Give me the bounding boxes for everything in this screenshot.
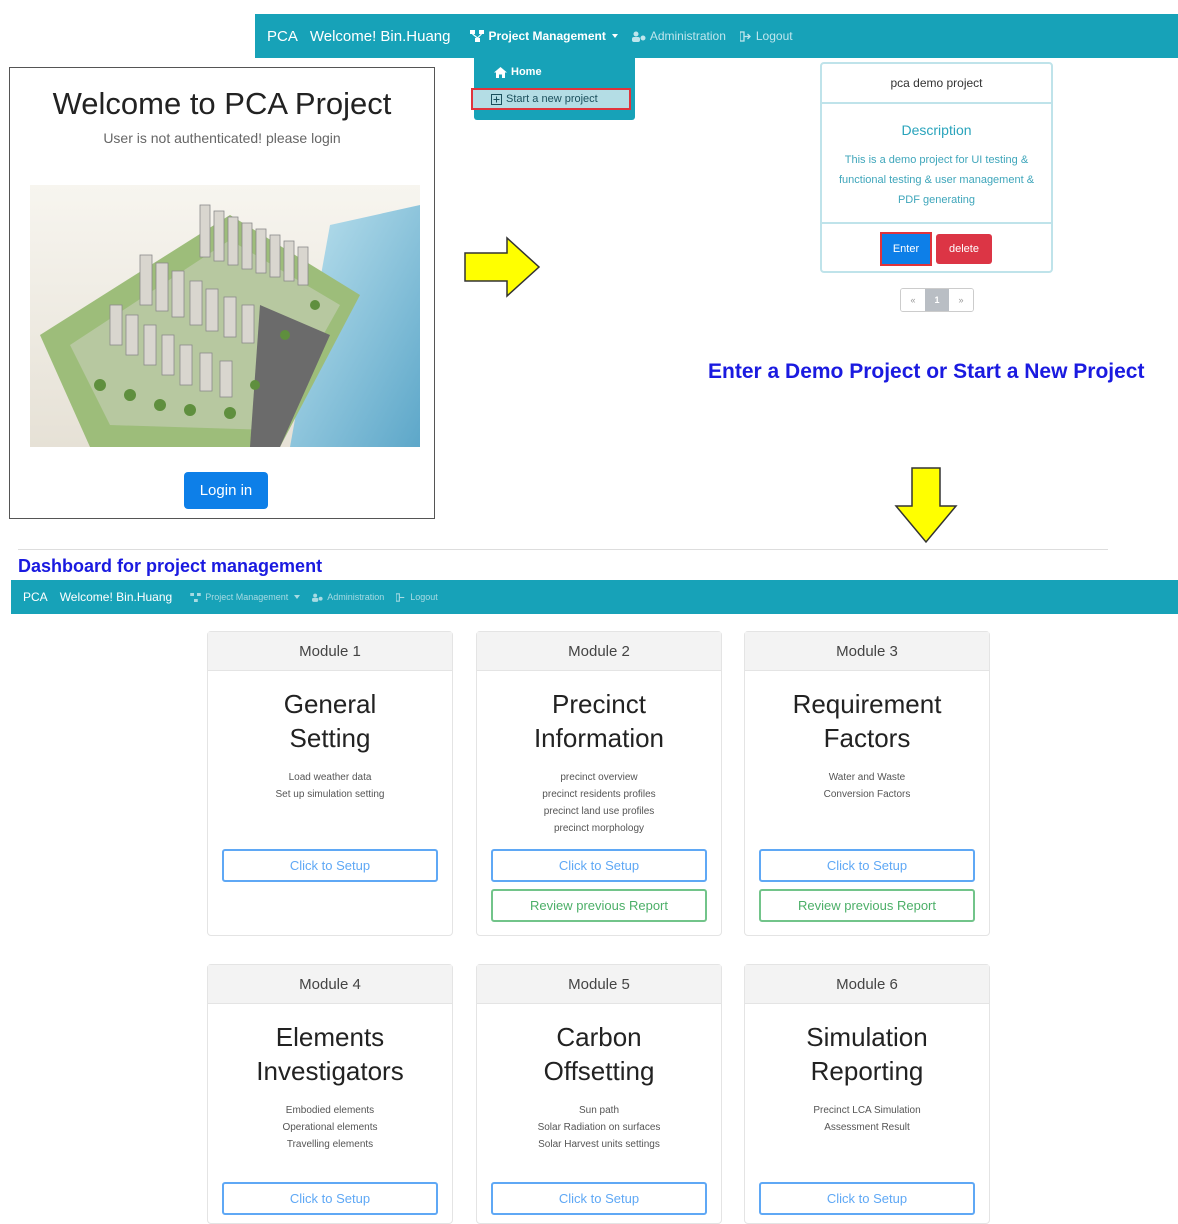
module-title: Elements Investigators bbox=[256, 1022, 404, 1086]
section-divider bbox=[18, 549, 1108, 550]
nav-logout[interactable]: Logout bbox=[739, 29, 793, 43]
project-card: pca demo project Description This is a d… bbox=[820, 62, 1053, 273]
delete-button[interactable]: delete bbox=[936, 234, 992, 264]
pagination: « 1 » bbox=[900, 288, 974, 312]
nav-administration[interactable]: Administration bbox=[312, 592, 384, 602]
module-card-6: Module 6 Simulation Reporting Precinct LC… bbox=[744, 964, 990, 1224]
click-to-setup-button[interactable]: Click to Setup bbox=[222, 849, 438, 882]
module-title: General Setting bbox=[283, 689, 377, 753]
nav-administration[interactable]: Administration bbox=[631, 29, 726, 43]
nav-project-management[interactable]: Project Management bbox=[470, 29, 618, 43]
pagination-current[interactable]: 1 bbox=[925, 289, 949, 311]
login-title: Welcome to PCA Project bbox=[52, 86, 392, 121]
sitemap-icon bbox=[190, 592, 201, 602]
module-header: Module 4 bbox=[208, 965, 452, 1004]
nav-logout[interactable]: Logout bbox=[396, 592, 438, 602]
card-divider bbox=[822, 222, 1051, 224]
nav-administration-label: Administration bbox=[649, 29, 726, 43]
dropdown-start-label: Start a new project bbox=[506, 93, 598, 105]
module-card-5: Module 5 Carbon Offsetting Sun path Solar … bbox=[476, 964, 722, 1224]
home-icon bbox=[494, 66, 507, 78]
project-description-title: Description bbox=[901, 122, 972, 138]
module-header: Module 6 bbox=[745, 965, 989, 1004]
module-description: Load weather data Set up simulation setti… bbox=[275, 772, 385, 800]
click-to-setup-button[interactable]: Click to Setup bbox=[759, 1182, 975, 1215]
arrow-right-icon bbox=[464, 236, 541, 298]
plus-square-icon bbox=[491, 93, 502, 105]
module-card-1: Module 1 General Setting Load weather dat… bbox=[207, 631, 453, 936]
dropdown-item-home[interactable]: Home bbox=[494, 66, 542, 78]
top-navbar: PCA Welcome! Bin.Huang Project Managemen… bbox=[255, 14, 1178, 58]
nav-project-management-label: Project Management bbox=[205, 592, 289, 602]
navbar-welcome: Welcome! Bin.Huang bbox=[59, 590, 173, 604]
login-card: Welcome to PCA Project User is not authe… bbox=[9, 67, 435, 519]
dropdown-home-label: Home bbox=[511, 66, 542, 78]
module-description: precinct overview precinct residents prof… bbox=[542, 772, 656, 834]
sign-out-icon bbox=[396, 592, 405, 602]
login-subtitle: User is not authenticated! please login bbox=[103, 130, 341, 146]
caret-down-icon bbox=[294, 595, 301, 599]
module-card-4: Module 4 Elements Investigators Embodied … bbox=[207, 964, 453, 1224]
click-to-setup-button[interactable]: Click to Setup bbox=[491, 1182, 707, 1215]
nav-logout-label: Logout bbox=[410, 592, 438, 602]
project-management-dropdown: Home Start a new project bbox=[471, 58, 635, 120]
nav-administration-label: Administration bbox=[327, 592, 385, 602]
review-report-button[interactable]: Review previous Report bbox=[759, 889, 975, 922]
module-header: Module 5 bbox=[477, 965, 721, 1004]
module-description: Embodied elements Operational elements Tra… bbox=[282, 1105, 378, 1150]
nav-project-management-label: Project Management bbox=[488, 29, 606, 43]
users-cog-icon bbox=[312, 593, 323, 602]
sign-out-icon bbox=[739, 30, 751, 42]
module-title: Requirement Factors bbox=[792, 689, 942, 753]
navbar-brand[interactable]: PCA bbox=[23, 590, 48, 604]
nav-logout-label: Logout bbox=[755, 29, 793, 43]
caret-down-icon bbox=[611, 34, 618, 38]
module-description: Water and Waste Conversion Factors bbox=[823, 772, 911, 800]
module-header: Module 3 bbox=[745, 632, 989, 671]
module-header: Module 2 bbox=[477, 632, 721, 671]
nav-project-management[interactable]: Project Management bbox=[190, 592, 301, 602]
users-cog-icon bbox=[631, 31, 646, 42]
pagination-next[interactable]: » bbox=[949, 289, 973, 311]
sitemap-icon bbox=[470, 30, 485, 42]
review-report-button[interactable]: Review previous Report bbox=[491, 889, 707, 922]
module-title: Precinct Information bbox=[533, 689, 665, 753]
project-description: This is a demo project for UI testing & … bbox=[838, 154, 1035, 206]
module-title: Carbon Offsetting bbox=[543, 1022, 655, 1086]
module-description: Precinct LCA Simulation Assessment Result bbox=[813, 1105, 921, 1133]
dropdown-item-start-new-project[interactable]: Start a new project bbox=[471, 88, 631, 110]
enter-button[interactable]: Enter bbox=[880, 232, 932, 266]
caption-dashboard: Dashboard for project management bbox=[18, 556, 323, 576]
module-description: Sun path Solar Radiation on surfaces Solar… bbox=[537, 1105, 661, 1150]
aerial-city-image bbox=[30, 185, 420, 447]
login-button[interactable]: Login in bbox=[184, 472, 268, 509]
navbar-brand[interactable]: PCA bbox=[267, 28, 298, 45]
module-header: Module 1 bbox=[208, 632, 452, 671]
module-card-3: Module 3 Requirement Factors Water and Wa… bbox=[744, 631, 990, 936]
dashboard-navbar: PCA Welcome! Bin.Huang Project Managemen… bbox=[11, 580, 1178, 614]
module-card-2: Module 2 Precinct Information precinct ov… bbox=[476, 631, 722, 936]
click-to-setup-button[interactable]: Click to Setup bbox=[491, 849, 707, 882]
click-to-setup-button[interactable]: Click to Setup bbox=[222, 1182, 438, 1215]
navbar-welcome: Welcome! Bin.Huang bbox=[309, 27, 451, 45]
caption-enter-demo: Enter a Demo Project or Start a New Proj… bbox=[708, 360, 1145, 383]
click-to-setup-button[interactable]: Click to Setup bbox=[759, 849, 975, 882]
project-name: pca demo project bbox=[822, 64, 1051, 104]
arrow-down-icon bbox=[894, 467, 958, 544]
module-title: Simulation Reporting bbox=[806, 1022, 928, 1086]
pagination-prev[interactable]: « bbox=[901, 289, 925, 311]
